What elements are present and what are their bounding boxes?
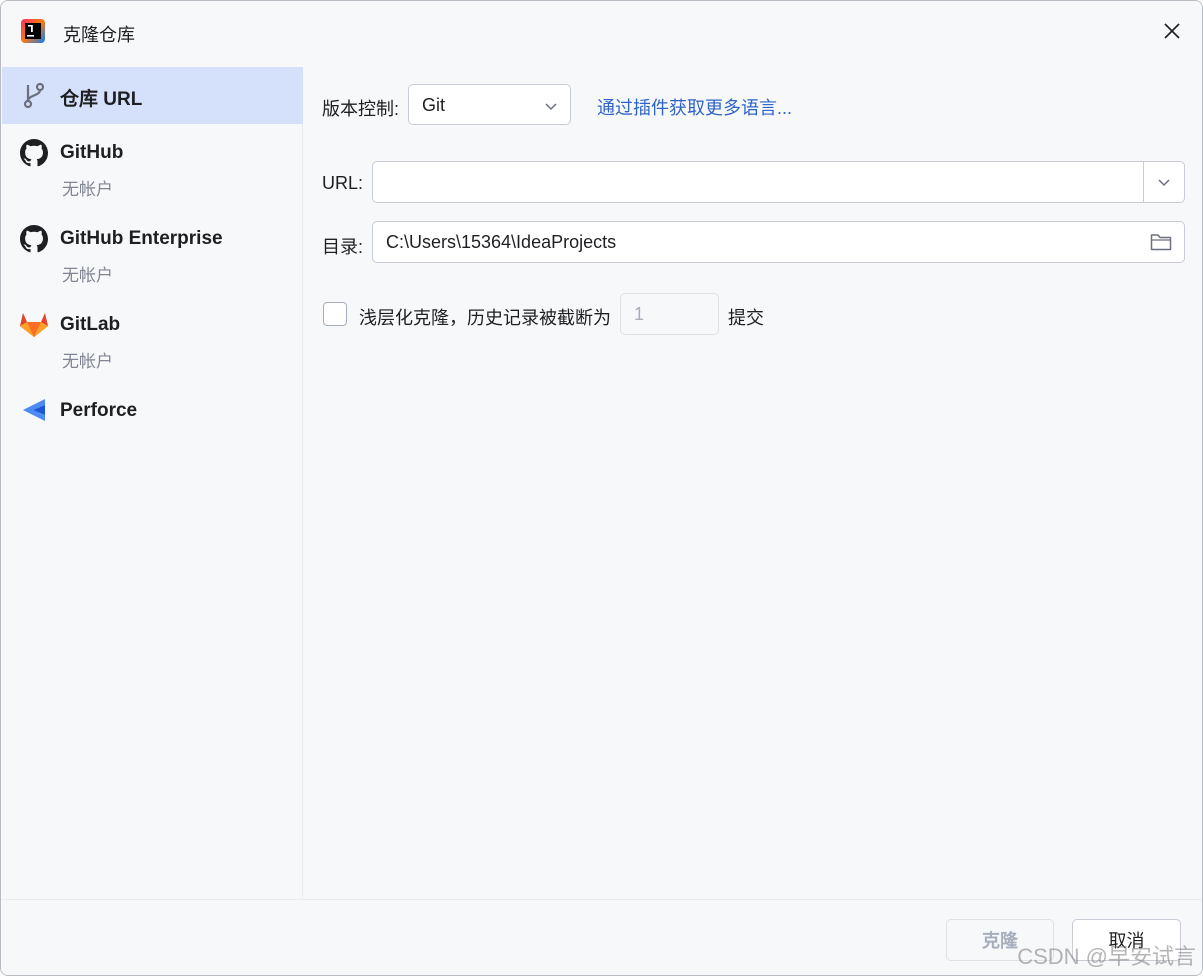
url-combobox[interactable] <box>372 161 1185 203</box>
sidebar-item-perforce[interactable]: Perforce <box>2 385 303 441</box>
chevron-down-icon <box>544 97 558 118</box>
sidebar-item-repository-url[interactable]: 仓库 URL <box>2 67 303 124</box>
github-icon <box>19 224 49 254</box>
github-icon <box>19 138 49 168</box>
sidebar-item-label: Perforce <box>60 400 138 421</box>
account-status: 无帐户 <box>62 352 113 371</box>
sidebar-item-gitlab[interactable]: GitLab 无帐户 <box>2 299 303 379</box>
shallow-depth-value: 1 <box>634 304 645 324</box>
url-history-dropdown[interactable] <box>1144 162 1184 202</box>
folder-icon[interactable] <box>1150 232 1172 257</box>
account-status: 无帐户 <box>62 266 113 285</box>
branch-icon <box>19 81 49 111</box>
title-bar: 克隆仓库 <box>1 1 1202 63</box>
url-label: URL: <box>322 173 364 193</box>
source-sidebar: 仓库 URL GitHub 无帐户 GitHub Enterprise 无帐户 <box>2 67 303 899</box>
sidebar-item-label: GitLab <box>60 314 121 335</box>
sidebar-item-label: GitHub Enterprise <box>60 228 223 249</box>
watermark: CSDN @早安试言 <box>1017 944 1196 969</box>
dialog-title: 克隆仓库 <box>63 25 135 45</box>
vcs-select[interactable]: Git <box>408 84 571 125</box>
close-icon <box>1164 23 1180 39</box>
url-input[interactable] <box>383 170 1133 194</box>
sidebar-item-github[interactable]: GitHub 无帐户 <box>2 127 303 207</box>
get-more-vcs-plugins-link[interactable]: 通过插件获取更多语言... <box>597 94 792 120</box>
directory-label: 目录: <box>322 237 364 257</box>
intellij-app-icon <box>21 19 45 43</box>
vcs-value: Git <box>422 95 446 115</box>
vcs-label: 版本控制: <box>322 99 400 119</box>
shallow-clone-suffix: 提交 <box>728 308 764 328</box>
perforce-icon <box>19 395 49 425</box>
clone-repository-dialog: 克隆仓库 仓库 URL GitHub 无帐户 GitHub Enterprise… <box>0 0 1203 976</box>
gitlab-icon <box>19 309 49 339</box>
account-status: 无帐户 <box>62 180 113 199</box>
directory-field[interactable]: C:\Users\15364\IdeaProjects <box>372 221 1185 263</box>
sidebar-item-github-enterprise[interactable]: GitHub Enterprise 无帐户 <box>2 213 303 293</box>
sidebar-item-label: GitHub <box>60 142 124 163</box>
shallow-clone-label: 浅层化克隆，历史记录被截断为 <box>359 308 611 328</box>
clone-form: 版本控制: Git 通过插件获取更多语言... URL: 目录: C:\User… <box>304 63 1202 899</box>
directory-value[interactable]: C:\Users\15364\IdeaProjects <box>386 232 616 253</box>
shallow-depth-input[interactable]: 1 <box>620 293 719 335</box>
close-button[interactable] <box>1156 15 1188 47</box>
shallow-clone-checkbox[interactable] <box>323 302 347 326</box>
sidebar-item-label: 仓库 URL <box>60 89 143 110</box>
chevron-down-icon <box>1158 179 1170 187</box>
